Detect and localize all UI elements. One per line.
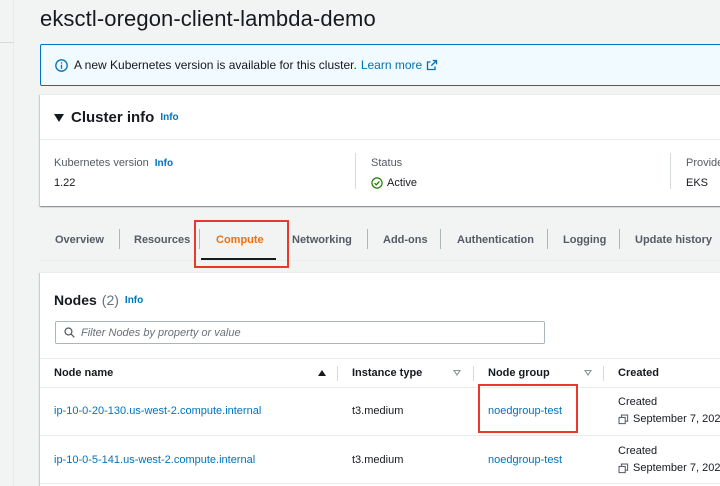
divider [619,229,620,249]
kubernetes-version-info-link[interactable]: Info [155,158,173,169]
kubernetes-version-field: Kubernetes version Info 1.22 [54,157,173,189]
divider [547,229,548,249]
column-node-group[interactable]: Node group [488,367,550,379]
tabs-baseline [40,260,720,261]
created-label: Created [618,445,658,457]
tab-authentication[interactable]: Authentication [457,224,534,256]
column-created[interactable]: Created [618,367,659,379]
nodes-table-header: Node name Instance type Node group Creat… [40,358,720,388]
tab-logging[interactable]: Logging [563,224,606,256]
search-icon [64,327,75,338]
node-group-link[interactable]: noedgroup-test [488,454,562,466]
table-row: ip-10-0-5-141.us-west-2.compute.internal… [40,436,720,484]
provider-label: Provide [686,157,720,169]
divider [670,153,671,189]
divider [199,229,200,249]
instance-type: t3.medium [352,454,404,466]
selected-tab-indicator [201,258,276,260]
tab-update-history[interactable]: Update history [635,224,712,256]
nodes-filter-input[interactable]: Filter Nodes by property or value [55,321,545,344]
learn-more-link[interactable]: Learn more [361,58,438,72]
tab-add-ons[interactable]: Add-ons [383,224,428,256]
nodes-count: (2) [101,292,119,308]
node-group-link[interactable]: noedgroup-test [488,405,562,417]
node-name-link[interactable]: ip-10-0-5-141.us-west-2.compute.internal [54,454,255,466]
divider [119,229,120,249]
tab-compute[interactable]: Compute [216,224,264,256]
kubernetes-version-value: 1.22 [54,177,76,189]
caret-down-icon[interactable] [54,113,64,122]
column-instance-type[interactable]: Instance type [352,367,422,379]
learn-more-label: Learn more [360,58,423,72]
copy-icon [618,463,629,473]
sort-descending-icon[interactable] [453,370,461,376]
sort-descending-icon[interactable] [584,370,592,376]
provider-value: EKS [686,177,709,189]
sort-ascending-icon[interactable] [318,370,326,376]
cluster-info-header[interactable]: Cluster info Info [54,109,179,126]
nodes-panel: Nodes (2) Info Filter Nodes by property … [40,272,720,486]
provider-field: Provide EKS [686,157,720,189]
node-name-link[interactable]: ip-10-0-20-130.us-west-2.compute.interna… [54,405,261,417]
status-field: Status Active [371,157,417,189]
nodes-header: Nodes (2) Info [54,292,143,308]
instance-type: t3.medium [352,405,404,417]
cluster-info-panel: Cluster info Info Kubernetes version Info… [40,94,720,206]
created-date: September 7, 202 [633,413,720,425]
left-nav-edge [0,0,14,486]
tab-resources[interactable]: Resources [134,224,190,256]
created-cell: Created September 7, 202 [618,396,720,425]
status-label: Status [371,157,403,169]
cluster-info-heading: Cluster info [71,109,155,126]
divider [367,229,368,249]
nodes-title: Nodes [54,292,97,308]
kubernetes-version-label: Kubernetes version [54,157,149,169]
nodes-info-link[interactable]: Info [125,295,143,306]
info-circle-icon [55,58,68,72]
divider [355,153,356,189]
cluster-tabs: Overview Resources Compute Networking Ad… [40,224,720,261]
status-text: Active [387,177,417,189]
filter-placeholder: Filter Nodes by property or value [81,326,241,339]
page-title: eksctl-oregon-client-lambda-demo [40,6,376,31]
divider [40,139,720,140]
version-banner: A new Kubernetes version is available fo… [40,44,720,86]
created-date: September 7, 202 [633,462,720,474]
created-cell: Created September 7, 202 [618,445,720,474]
cluster-info-link[interactable]: Info [160,112,178,123]
copy-icon [618,414,629,424]
divider [603,366,604,381]
tab-networking[interactable]: Networking [292,224,352,256]
divider [440,229,441,249]
divider [473,366,474,381]
column-node-name[interactable]: Node name [54,367,113,379]
created-label: Created [618,396,658,408]
status-value: Active [371,177,417,189]
table-row: ip-10-0-20-130.us-west-2.compute.interna… [40,388,720,436]
tab-overview[interactable]: Overview [55,224,104,256]
check-circle-icon [371,177,383,189]
banner-message: A new Kubernetes version is available fo… [74,58,357,72]
external-link-icon [427,59,438,71]
divider [337,366,338,381]
